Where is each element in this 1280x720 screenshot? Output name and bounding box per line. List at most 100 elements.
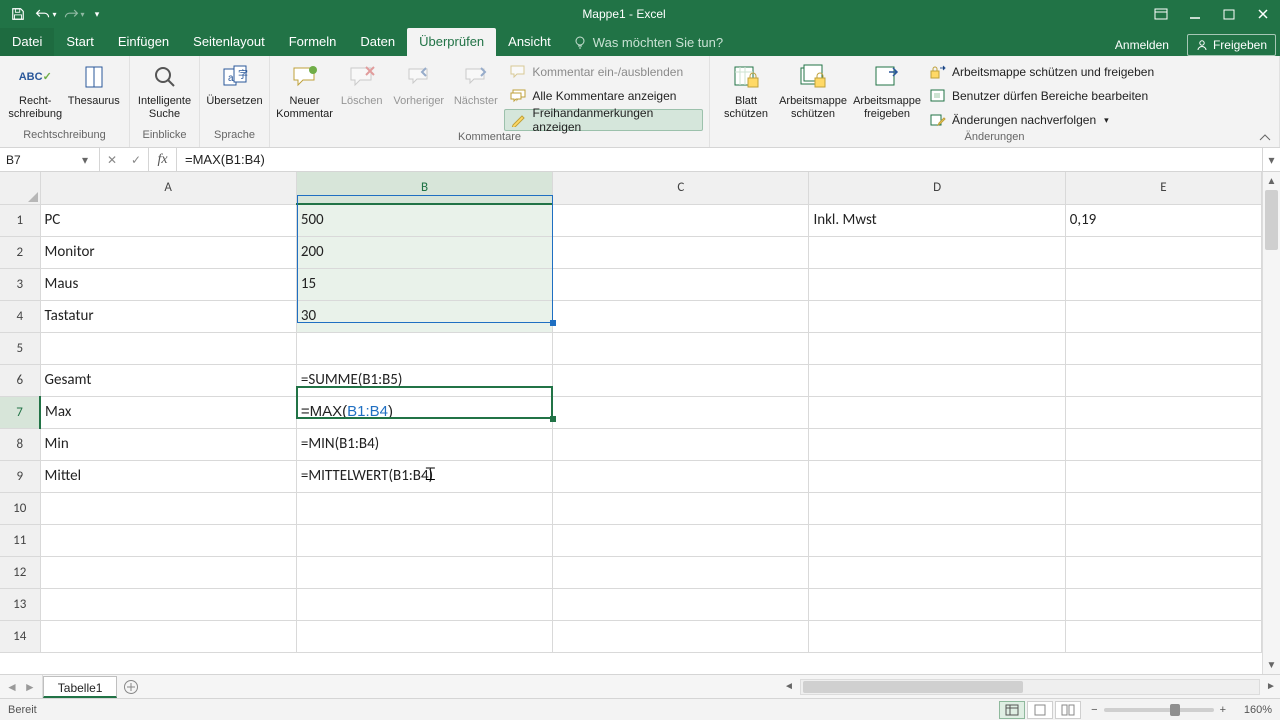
cell[interactable] <box>1065 428 1261 460</box>
zoom-slider[interactable] <box>1104 708 1214 712</box>
zoom-knob[interactable] <box>1170 704 1180 716</box>
cell[interactable] <box>296 332 552 364</box>
cell[interactable]: 15 <box>296 268 552 300</box>
cell[interactable] <box>553 396 809 428</box>
horizontal-scrollbar[interactable]: ◄ ► <box>780 675 1280 698</box>
cell[interactable]: Inkl. Mwst <box>809 204 1065 236</box>
row-header[interactable]: 10 <box>0 492 40 524</box>
row-header[interactable]: 12 <box>0 556 40 588</box>
col-header-D[interactable]: D <box>809 172 1065 204</box>
undo-icon[interactable]: ▾ <box>34 3 58 25</box>
cell[interactable] <box>809 620 1065 652</box>
cell[interactable] <box>553 332 809 364</box>
tab-view[interactable]: Ansicht <box>496 28 563 56</box>
cell[interactable] <box>296 524 552 556</box>
cell[interactable]: Tastatur <box>40 300 296 332</box>
track-changes-button[interactable]: Änderungen nachverfolgen ▾ <box>924 109 1160 131</box>
cell[interactable]: =MITTELWERT(B1:B4) <box>296 460 552 492</box>
cell[interactable] <box>1065 492 1261 524</box>
tab-start[interactable]: Start <box>54 28 105 56</box>
new-comment-button[interactable]: Neuer Kommentar <box>276 59 333 120</box>
signin-link[interactable]: Anmelden <box>1107 38 1177 52</box>
cell[interactable] <box>1065 620 1261 652</box>
scroll-up-icon[interactable]: ▲ <box>1263 172 1280 190</box>
view-pagebreak-icon[interactable] <box>1055 701 1081 719</box>
cell[interactable] <box>553 300 809 332</box>
cell[interactable]: Max <box>40 396 296 428</box>
protect-workbook-button[interactable]: Arbeitsmappe schützen <box>776 59 850 120</box>
translate-button[interactable]: a字 Übersetzen <box>206 59 263 108</box>
row-header[interactable]: 1 <box>0 204 40 236</box>
tellme-search[interactable]: Was möchten Sie tun? <box>563 28 733 56</box>
cell[interactable]: Maus <box>40 268 296 300</box>
zoom-in-icon[interactable]: + <box>1220 704 1226 716</box>
qat-customize-icon[interactable]: ▾ <box>90 3 104 25</box>
smart-lookup-button[interactable]: Intelligente Suche <box>136 59 193 120</box>
cell[interactable] <box>809 492 1065 524</box>
cell[interactable]: Gesamt <box>40 364 296 396</box>
cell[interactable] <box>553 364 809 396</box>
row-header[interactable]: 4 <box>0 300 40 332</box>
cell[interactable] <box>1065 332 1261 364</box>
row-header[interactable]: 6 <box>0 364 40 396</box>
allow-edit-ranges-button[interactable]: Benutzer dürfen Bereiche bearbeiten <box>924 85 1160 107</box>
col-header-C[interactable]: C <box>553 172 809 204</box>
cell[interactable] <box>553 524 809 556</box>
cell[interactable] <box>809 588 1065 620</box>
tab-file[interactable]: Datei <box>0 28 54 56</box>
row-header[interactable]: 8 <box>0 428 40 460</box>
save-icon[interactable] <box>6 3 30 25</box>
view-pagelayout-icon[interactable] <box>1027 701 1053 719</box>
spelling-button[interactable]: ABC✓ Recht- schreibung <box>6 59 65 120</box>
collapse-ribbon-icon[interactable] <box>1256 131 1274 145</box>
row-header[interactable]: 13 <box>0 588 40 620</box>
tab-nav-next-icon[interactable]: ► <box>24 680 36 694</box>
cell[interactable] <box>809 300 1065 332</box>
cell[interactable]: Monitor <box>40 236 296 268</box>
cell[interactable] <box>40 332 296 364</box>
cell[interactable] <box>809 364 1065 396</box>
cell[interactable]: 200 <box>296 236 552 268</box>
row-header[interactable]: 5 <box>0 332 40 364</box>
tab-nav-prev-icon[interactable]: ◄ <box>6 680 18 694</box>
cell[interactable] <box>1065 588 1261 620</box>
cell[interactable] <box>40 556 296 588</box>
cell[interactable]: Min <box>40 428 296 460</box>
tab-data[interactable]: Daten <box>348 28 407 56</box>
cell[interactable] <box>296 588 552 620</box>
cell[interactable] <box>809 460 1065 492</box>
view-normal-icon[interactable] <box>999 701 1025 719</box>
protect-sheet-button[interactable]: Blatt schützen <box>716 59 776 120</box>
cell[interactable] <box>809 556 1065 588</box>
row-header[interactable]: 9 <box>0 460 40 492</box>
cancel-formula-icon[interactable]: ✕ <box>100 153 124 167</box>
hscroll-left-icon[interactable]: ◄ <box>780 681 798 692</box>
cell[interactable]: =SUMME(B1:B5) <box>296 364 552 396</box>
new-sheet-button[interactable] <box>117 675 145 698</box>
col-header-B[interactable]: B <box>296 172 552 204</box>
thesaurus-button[interactable]: Thesaurus <box>65 59 124 108</box>
scroll-down-icon[interactable]: ▼ <box>1263 656 1280 674</box>
ribbon-options-icon[interactable] <box>1144 0 1178 28</box>
range-handle[interactable] <box>550 320 556 326</box>
cell[interactable]: PC <box>40 204 296 236</box>
cell[interactable]: Mittel <box>40 460 296 492</box>
redo-icon[interactable]: ▾ <box>62 3 86 25</box>
protect-and-share-button[interactable]: Arbeitsmappe schützen und freigeben <box>924 61 1160 83</box>
cell[interactable] <box>553 268 809 300</box>
close-icon[interactable] <box>1246 0 1280 28</box>
maximize-icon[interactable] <box>1212 0 1246 28</box>
hscroll-thumb[interactable] <box>803 681 1023 693</box>
fill-handle[interactable] <box>550 416 556 422</box>
scroll-thumb[interactable] <box>1265 190 1278 250</box>
cell[interactable] <box>40 620 296 652</box>
cell[interactable] <box>809 268 1065 300</box>
share-button[interactable]: Freigeben <box>1187 34 1276 56</box>
cell[interactable] <box>296 620 552 652</box>
minimize-icon[interactable] <box>1178 0 1212 28</box>
insert-function-icon[interactable]: fx <box>149 148 177 171</box>
cell[interactable] <box>553 236 809 268</box>
cell[interactable] <box>296 556 552 588</box>
row-header[interactable]: 14 <box>0 620 40 652</box>
tab-pagelayout[interactable]: Seitenlayout <box>181 28 277 56</box>
